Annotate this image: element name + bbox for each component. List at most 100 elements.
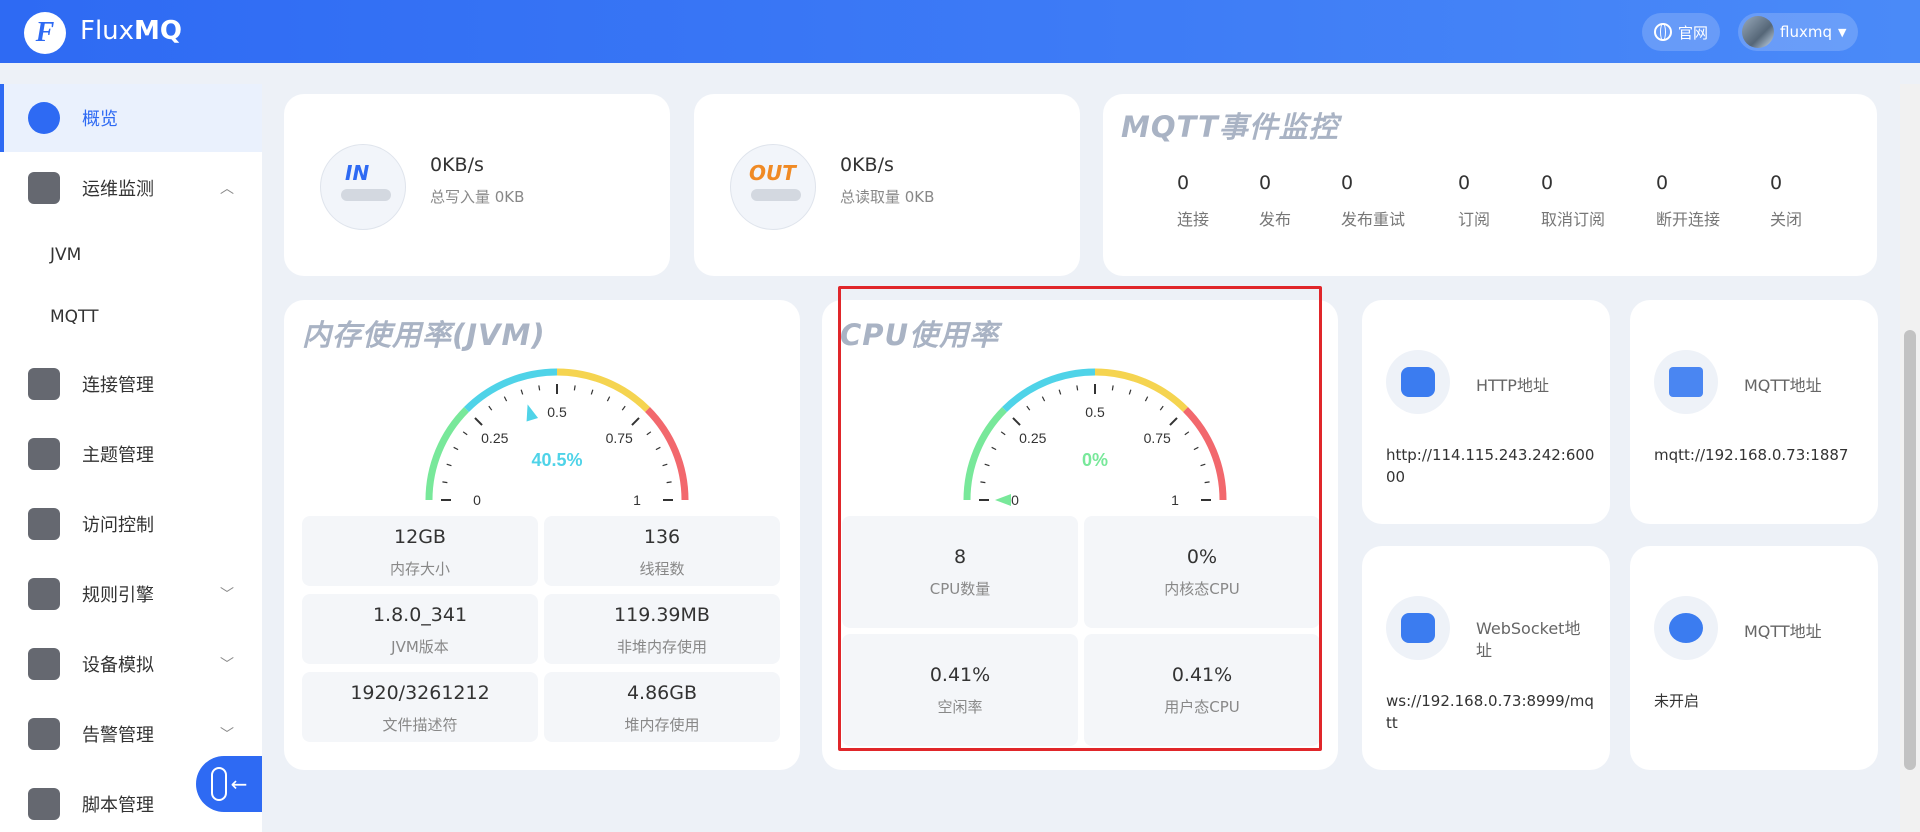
memory-gauge-tick-label: 1: [633, 492, 641, 508]
sidebar-item-label: 规则引擎: [82, 585, 154, 606]
memory-gauge-tick: [442, 481, 448, 484]
dashboard-icon: [28, 102, 60, 134]
memory-gauge-tick: [503, 396, 508, 402]
toggle-icon: [210, 767, 227, 801]
signal-icon: [1654, 350, 1718, 414]
monitor-icon: [28, 172, 60, 204]
mqtt-events-title: MQTT事件监控: [1121, 110, 1339, 144]
network-nodes-icon: [1654, 596, 1718, 660]
sidebar-item-label: 主题管理: [82, 445, 154, 466]
memory-gauge-pointer: [526, 404, 539, 422]
memory-gauge-tick: [655, 446, 661, 451]
memory-gauge-arc-3: [645, 407, 689, 501]
websocket-address-card: WebSocket地址 ws://192.168.0.73:8999/mqtt: [1362, 546, 1610, 770]
sidebar-item-label: 脚本管理: [82, 795, 154, 816]
memory-gauge-tick: [573, 385, 576, 391]
caret-down-icon: ▼: [1837, 25, 1847, 39]
top-header: F FluxMQ 官网 fluxmq ▼: [0, 0, 1920, 63]
memory-gauge-arc-2: [556, 368, 650, 412]
official-site-button[interactable]: 官网: [1642, 13, 1721, 51]
sidebar-item-topics[interactable]: 主题管理: [0, 420, 262, 488]
mqtts-address-value: 未开启: [1654, 692, 1700, 710]
memory-gauge-tick-label: 0.75: [606, 430, 633, 446]
connections-icon: [28, 368, 60, 400]
mqtts-address-title: MQTT地址: [1744, 622, 1822, 641]
globe-icon: [1654, 23, 1672, 41]
sidebar-item-access-control[interactable]: 访问控制: [0, 490, 262, 558]
stat-memory-size: 12GB 内存大小: [302, 516, 538, 586]
sidebar-item-label: 连接管理: [82, 375, 154, 396]
script-icon: [28, 788, 60, 820]
memory-gauge-tick-label: 0.25: [481, 430, 508, 446]
total-read: 总读取量 0KB: [840, 188, 935, 206]
stat-nonheap: 119.39MB 非堆内存使用: [544, 594, 780, 664]
fluxmq-logo-icon[interactable]: F: [24, 12, 66, 54]
memory-gauge: 0 0.25 0.5 0.75 1 40.5%: [425, 368, 689, 508]
memory-gauge-arc-0: [425, 407, 469, 501]
memory-gauge-value: 40.5%: [531, 450, 582, 470]
mqtt-address-title: MQTT地址: [1744, 376, 1822, 395]
memory-gauge-tick: [453, 446, 459, 451]
username-label: fluxmq: [1780, 23, 1832, 41]
memory-gauge-tick: [590, 389, 594, 395]
http-address-card: HTTP地址 http://114.115.243.242:60000: [1362, 300, 1610, 524]
memory-gauge-tick: [666, 481, 672, 484]
mqtt-events-card: MQTT事件监控 0 连接 0 发布 0 发布重试 0 订阅 0 取消订阅 0 断开连接 0…: [1103, 94, 1877, 276]
memory-gauge-tick: [488, 405, 493, 411]
scrollbar-thumb[interactable]: [1904, 330, 1916, 770]
memory-gauge-tick: [621, 405, 626, 411]
alarm-icon: [28, 718, 60, 750]
arrow-left-icon: ←: [230, 772, 248, 796]
sidebar-item-label: 概览: [82, 109, 118, 130]
sidebar-item-overview[interactable]: 概览: [0, 84, 262, 152]
sidebar-subitem-jvm[interactable]: JVM: [50, 245, 81, 265]
sidebar-item-ops-monitor[interactable]: 运维监测 ︿: [0, 154, 262, 222]
memory-gauge-tick: [520, 389, 524, 395]
sidebar-item-device-sim[interactable]: 设备模拟 ﹀: [0, 630, 262, 698]
water-out-icon: OUT: [730, 144, 816, 230]
event-publish-retry: 0 发布重试: [1341, 172, 1406, 229]
mqtt-address-value: mqtt://192.168.0.73:1887: [1654, 446, 1849, 464]
chevron-down-icon: ﹀: [220, 587, 234, 603]
sidebar-item-connections[interactable]: 连接管理: [0, 350, 262, 418]
mqtt-address-card: MQTT地址 mqtt://192.168.0.73:1887: [1630, 300, 1878, 524]
memory-gauge-tick: [646, 431, 652, 436]
stat-thread-count: 136 线程数: [544, 516, 780, 586]
user-menu-button[interactable]: fluxmq ▼: [1738, 13, 1859, 51]
sidebar-item-label: 访问控制: [82, 515, 154, 536]
memory-usage-card: 内存使用率(JVM) 0 0.25 0.5 0.75 1 40.5% 12GB 内存大小 1…: [284, 300, 800, 770]
total-write: 总写入量 0KB: [430, 188, 525, 206]
page-scrollbar[interactable]: [1900, 84, 1920, 832]
write-rate: 0KB/s: [430, 154, 484, 176]
chevron-down-icon: ﹀: [220, 657, 234, 673]
memory-gauge-tick-label: 0.5: [547, 404, 567, 420]
sidebar-item-label: 设备模拟: [82, 655, 154, 676]
read-throughput-card: OUT 0KB/s 总读取量 0KB: [694, 94, 1080, 276]
write-throughput-card: IN 0KB/s 总写入量 0KB: [284, 94, 670, 276]
memory-gauge-tick: [606, 396, 611, 402]
read-rate: 0KB/s: [840, 154, 894, 176]
websocket-address-title: WebSocket地址: [1476, 619, 1581, 660]
memory-gauge-tick: [474, 417, 483, 426]
event-close: 0 关闭: [1770, 172, 1803, 229]
collapse-sidebar-button[interactable]: ←: [196, 756, 262, 812]
sidebar-item-rule-engine[interactable]: 规则引擎 ﹀: [0, 560, 262, 628]
mouse-icon: [28, 508, 60, 540]
event-connect: 0 连接: [1177, 172, 1210, 229]
brand-name: FluxMQ: [80, 16, 183, 46]
mqtts-address-card: MQTT地址 未开启: [1630, 546, 1878, 770]
rule-engine-icon: [28, 578, 60, 610]
chevron-up-icon: ︿: [220, 181, 234, 197]
cloud-lock-icon: [1386, 350, 1450, 414]
event-subscribe: 0 订阅: [1458, 172, 1491, 229]
memory-gauge-tick: [462, 431, 468, 436]
official-site-label: 官网: [1678, 23, 1709, 42]
http-address-title: HTTP地址: [1476, 376, 1549, 395]
device-icon: [28, 648, 60, 680]
sidebar-subitem-mqtt[interactable]: MQTT: [50, 307, 99, 327]
event-publish: 0 发布: [1259, 172, 1292, 229]
sidebar: 概览 运维监测 ︿ JVM MQTT 连接管理 主题管理 访问控制 规则引擎 ﹀…: [0, 84, 262, 832]
memory-gauge-arc-1: [464, 368, 558, 412]
memory-gauge-tick: [662, 463, 668, 467]
water-in-icon: IN: [320, 144, 406, 230]
